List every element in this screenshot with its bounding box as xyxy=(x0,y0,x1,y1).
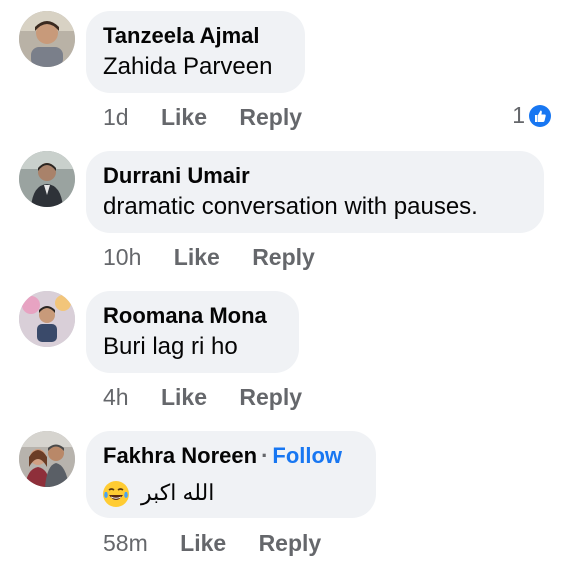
reply-button[interactable]: Reply xyxy=(252,244,315,271)
comment-text: Zahida Parveen xyxy=(103,53,273,80)
comment-author-row: Fakhra Noreen · Follow xyxy=(103,442,358,470)
follow-button[interactable]: Follow xyxy=(272,443,342,468)
comment-timestamp[interactable]: 4h xyxy=(103,384,129,411)
comment-actions: 4h Like Reply xyxy=(103,384,328,411)
reply-button[interactable]: Reply xyxy=(259,530,322,557)
avatar-child-image xyxy=(19,11,75,67)
avatar[interactable] xyxy=(19,291,75,347)
comment-actions: 1d Like Reply xyxy=(103,104,328,131)
separator-dot: · xyxy=(261,443,269,468)
comment-timestamp[interactable]: 10h xyxy=(103,244,141,271)
laughing-crying-emoji-icon xyxy=(103,480,129,507)
reply-button[interactable]: Reply xyxy=(239,104,302,131)
comment-item: Durrani Umair dramatic conversation with… xyxy=(0,140,570,280)
comment-bubble: Fakhra Noreen · Follow الله اکبر xyxy=(86,431,376,518)
comment-author[interactable]: Tanzeela Ajmal xyxy=(103,22,287,50)
reaction-count: 1 xyxy=(512,102,525,128)
avatar[interactable] xyxy=(19,431,75,487)
like-button[interactable]: Like xyxy=(161,384,207,411)
comment-text-row: الله اکبر xyxy=(103,476,358,510)
like-button[interactable]: Like xyxy=(161,104,207,131)
comment-actions: 58m Like Reply xyxy=(103,530,347,557)
comment-item: Roomana Mona Buri lag ri ho 4h Like Repl… xyxy=(0,280,570,420)
avatar-couple-image xyxy=(19,431,75,487)
avatar[interactable] xyxy=(19,11,75,67)
comment-bubble: Durrani Umair dramatic conversation with… xyxy=(86,151,544,233)
comment-bubble: Tanzeela Ajmal Zahida Parveen xyxy=(86,11,305,93)
reaction-summary[interactable]: 1 xyxy=(512,102,551,129)
comment-item: Fakhra Noreen · Follow الله اکبر 58m Like … xyxy=(0,420,570,570)
avatar-man-image xyxy=(19,151,75,207)
comment-bubble: Roomana Mona Buri lag ri ho xyxy=(86,291,299,373)
comment-item: Tanzeela Ajmal Zahida Parveen 1d Like Re… xyxy=(0,0,570,140)
avatar[interactable] xyxy=(19,151,75,207)
comment-actions: 10h Like Reply xyxy=(103,244,341,271)
comment-timestamp[interactable]: 58m xyxy=(103,530,148,557)
comment-author[interactable]: Roomana Mona xyxy=(103,302,281,330)
avatar-child-balloons-image xyxy=(19,291,75,347)
comment-text: الله اکبر xyxy=(141,480,215,505)
reply-button[interactable]: Reply xyxy=(239,384,302,411)
comment-text: Buri lag ri ho xyxy=(103,333,238,360)
thumbs-up-icon xyxy=(529,104,551,127)
like-button[interactable]: Like xyxy=(180,530,226,557)
like-button[interactable]: Like xyxy=(174,244,220,271)
comment-text: dramatic conversation with pauses. xyxy=(103,193,478,220)
comment-author[interactable]: Fakhra Noreen xyxy=(103,443,257,468)
comment-timestamp[interactable]: 1d xyxy=(103,104,129,131)
comment-author[interactable]: Durrani Umair xyxy=(103,162,526,190)
